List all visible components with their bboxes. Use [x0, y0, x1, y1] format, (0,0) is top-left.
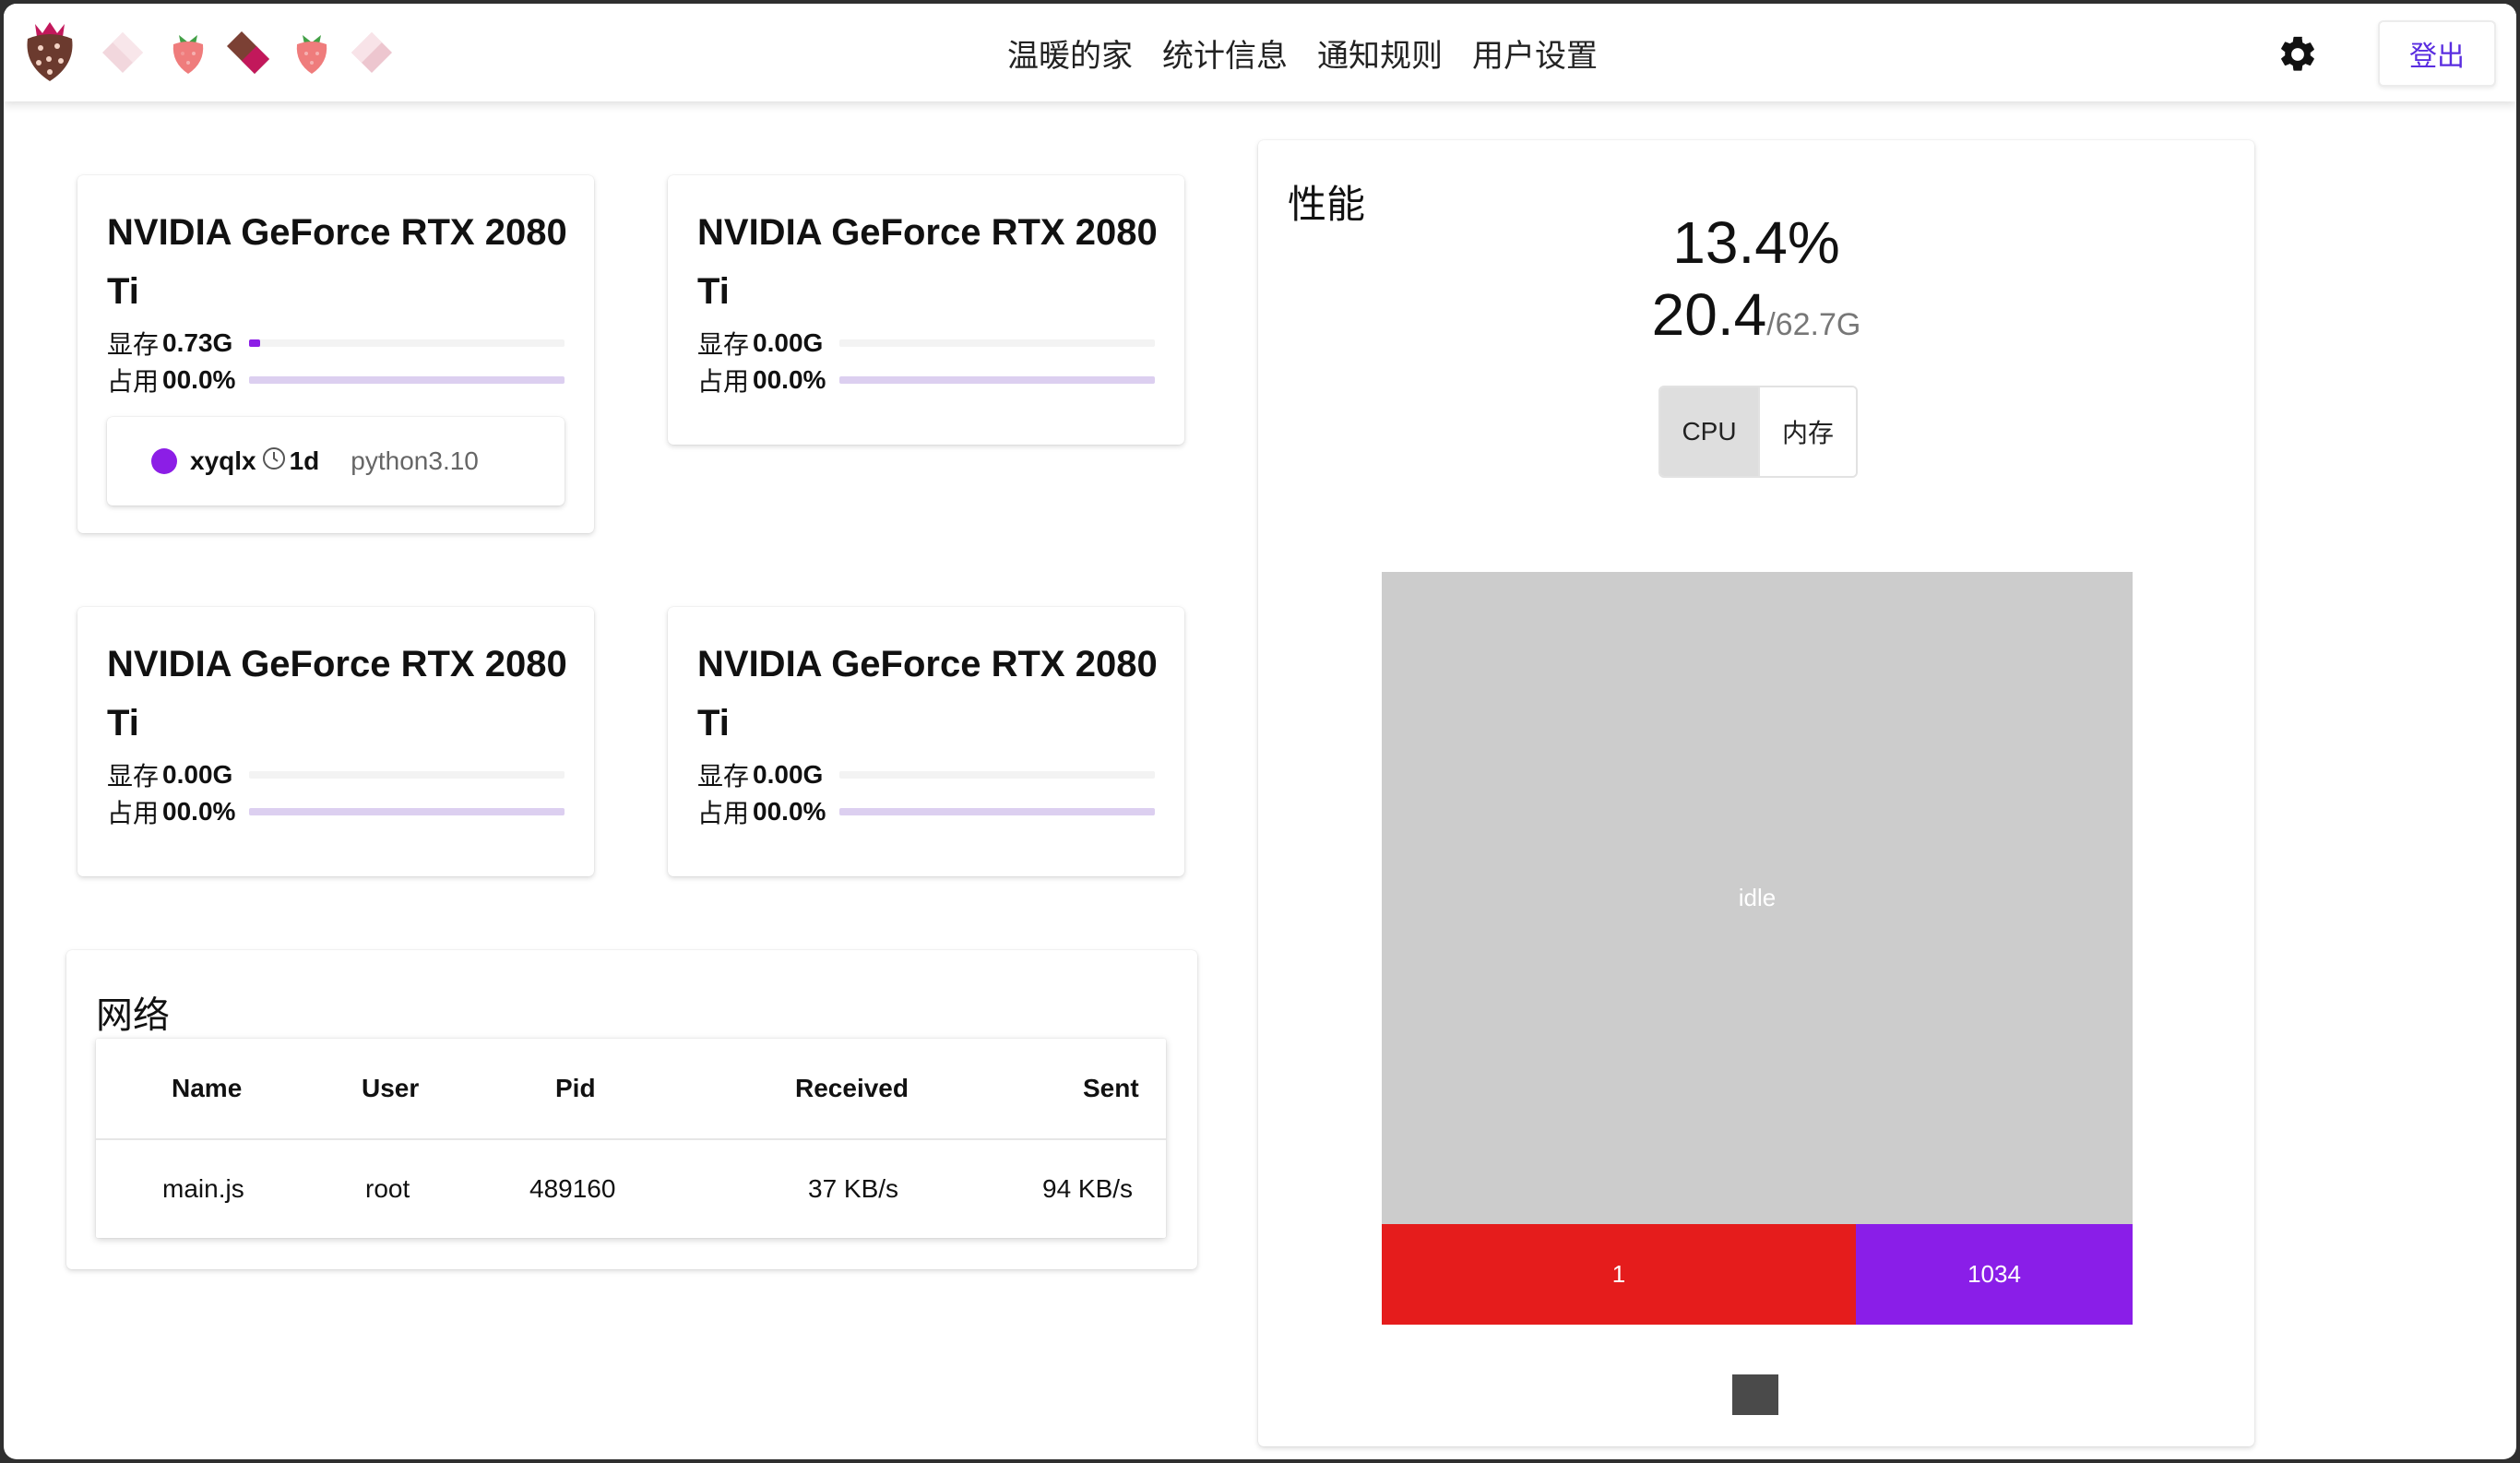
gpu-card: NVIDIA GeForce RTX 2080 Ti 显存 0.00G 占用 0…: [668, 607, 1184, 876]
utilization-label: 占用: [697, 367, 750, 396]
app-window: 温暖的家 统计信息 通知规则 用户设置 登出 NVIDIA GeForce RT…: [4, 4, 2516, 1459]
utilization-label: 占用: [697, 799, 750, 827]
chocolate-icon: [225, 30, 271, 79]
process-color-dot: [151, 448, 177, 474]
cell-name: main.js: [162, 1174, 244, 1203]
gpu-utilization-stat: 占用 00.0%: [107, 795, 235, 828]
gear-icon[interactable]: [2276, 33, 2319, 79]
memory-bar: [839, 339, 1155, 347]
gpu-card: NVIDIA GeForce RTX 2080 Ti 显存 0.00G 占用 0…: [77, 607, 594, 876]
cell-user: root: [365, 1174, 410, 1203]
pink-diamond-icon: [100, 30, 146, 79]
gpu-name: NVIDIA GeForce RTX 2080 Ti: [107, 644, 567, 743]
gpu-memory-stat: 显存 0.00G: [697, 758, 823, 791]
process-duration: 1d: [289, 446, 320, 475]
gpu-utilization-stat: 占用 00.0%: [697, 363, 826, 397]
utilization-bar: [839, 808, 1155, 815]
nav-notify-rules-link[interactable]: 通知规则: [1317, 30, 1443, 76]
memory-value: 0.00G: [753, 328, 824, 357]
memory-label: 显存: [697, 330, 750, 359]
treemap-cell[interactable]: idle: [1382, 572, 2133, 1224]
gpu-name: NVIDIA GeForce RTX 2080 Ti: [697, 212, 1158, 312]
gpu-memory-stat: 显存 0.00G: [697, 327, 823, 360]
cpu-percent: 13.4%: [1672, 209, 1840, 276]
memory-value: 0.00G: [753, 760, 824, 789]
utilization-value: 00.0%: [162, 797, 236, 826]
gpu-utilization-stat: 占用 00.0%: [697, 795, 826, 828]
process-command: python3.10: [351, 446, 479, 475]
performance-card: 性能 13.4% 20.4/62.7G CPU 内存 idle 1 1034: [1258, 140, 2254, 1446]
memory-bar: [249, 339, 565, 347]
treemap-cell[interactable]: 1: [1382, 1224, 1856, 1325]
memory-label: 显存: [107, 330, 160, 359]
cell-pid: 489160: [529, 1174, 616, 1203]
memory-bar: [249, 771, 565, 779]
logout-button[interactable]: 登出: [2378, 20, 2496, 87]
gpu-name: NVIDIA GeForce RTX 2080 Ti: [697, 644, 1158, 743]
column-header-name[interactable]: Name: [172, 1039, 242, 1138]
toggle-memory-button[interactable]: 内存: [1758, 387, 1856, 476]
memory-used: 20.4: [1651, 281, 1767, 348]
main-nav: 温暖的家 统计信息 通知规则 用户设置: [1007, 4, 1598, 101]
nav-stats-link[interactable]: 统计信息: [1162, 30, 1288, 76]
nav-home-link[interactable]: 温暖的家: [1007, 30, 1133, 76]
top-navbar: 温暖的家 统计信息 通知规则 用户设置 登出: [4, 4, 2516, 101]
gpu-memory-stat: 显存 0.73G: [107, 327, 232, 360]
table-header: Name User Pid Received Sent: [96, 1039, 1166, 1140]
utilization-label: 占用: [107, 367, 160, 396]
gpu-card: NVIDIA GeForce RTX 2080 Ti 显存 0.00G 占用 0…: [668, 175, 1184, 445]
treemap-cell[interactable]: 1034: [1856, 1224, 2133, 1325]
toggle-cpu-button[interactable]: CPU: [1660, 387, 1758, 476]
cell-sent: 94 KB/s: [1042, 1174, 1134, 1203]
clock-icon: [262, 446, 286, 477]
utilization-value: 00.0%: [753, 365, 826, 394]
gpu-card: NVIDIA GeForce RTX 2080 Ti 显存 0.73G 占用 0…: [77, 175, 594, 533]
utilization-label: 占用: [107, 799, 160, 827]
network-card: 网络 Name User Pid Received Sent main.js r…: [66, 950, 1197, 1269]
pink-diamond-icon: [349, 30, 395, 79]
gpu-process-item[interactable]: xyqlx 1d python3.10: [107, 417, 565, 506]
memory-value: 0.73G: [162, 328, 233, 357]
column-header-pid[interactable]: Pid: [555, 1039, 596, 1138]
nav-user-settings-link[interactable]: 用户设置: [1472, 30, 1598, 76]
utilization-bar: [249, 808, 565, 815]
memory-total: /62.7G: [1766, 307, 1861, 342]
network-title: 网络: [96, 994, 170, 1037]
legend-square[interactable]: [1732, 1374, 1778, 1415]
strawberry-icon: [170, 31, 207, 79]
memory-value: 0.00G: [162, 760, 233, 789]
strawberry-icon: [293, 31, 330, 79]
utilization-bar: [839, 376, 1155, 384]
gpu-utilization-stat: 占用 00.0%: [107, 363, 235, 397]
memory-label: 显存: [107, 762, 160, 791]
network-table: Name User Pid Received Sent main.js root…: [96, 1039, 1166, 1238]
column-header-user[interactable]: User: [362, 1039, 419, 1138]
table-row[interactable]: main.js root 489160 37 KB/s 94 KB/s: [96, 1140, 1166, 1238]
gpu-memory-stat: 显存 0.00G: [107, 758, 232, 791]
memory-bar-fill: [249, 339, 260, 347]
column-header-sent[interactable]: Sent: [1083, 1039, 1139, 1138]
process-user: xyqlx: [190, 446, 256, 475]
gpu-name: NVIDIA GeForce RTX 2080 Ti: [107, 212, 567, 312]
strawberry-logo-icon[interactable]: [22, 18, 77, 87]
utilization-value: 00.0%: [162, 365, 236, 394]
utilization-value: 00.0%: [753, 797, 826, 826]
memory-label: 显存: [697, 762, 750, 791]
column-header-received[interactable]: Received: [795, 1039, 909, 1138]
memory-usage: 20.4/62.7G: [1258, 280, 2254, 349]
metric-toggle: CPU 内存: [1658, 386, 1858, 478]
cell-received: 37 KB/s: [808, 1174, 899, 1203]
memory-bar: [839, 771, 1155, 779]
utilization-bar: [249, 376, 565, 384]
process-treemap: idle 1 1034: [1382, 572, 2133, 1325]
